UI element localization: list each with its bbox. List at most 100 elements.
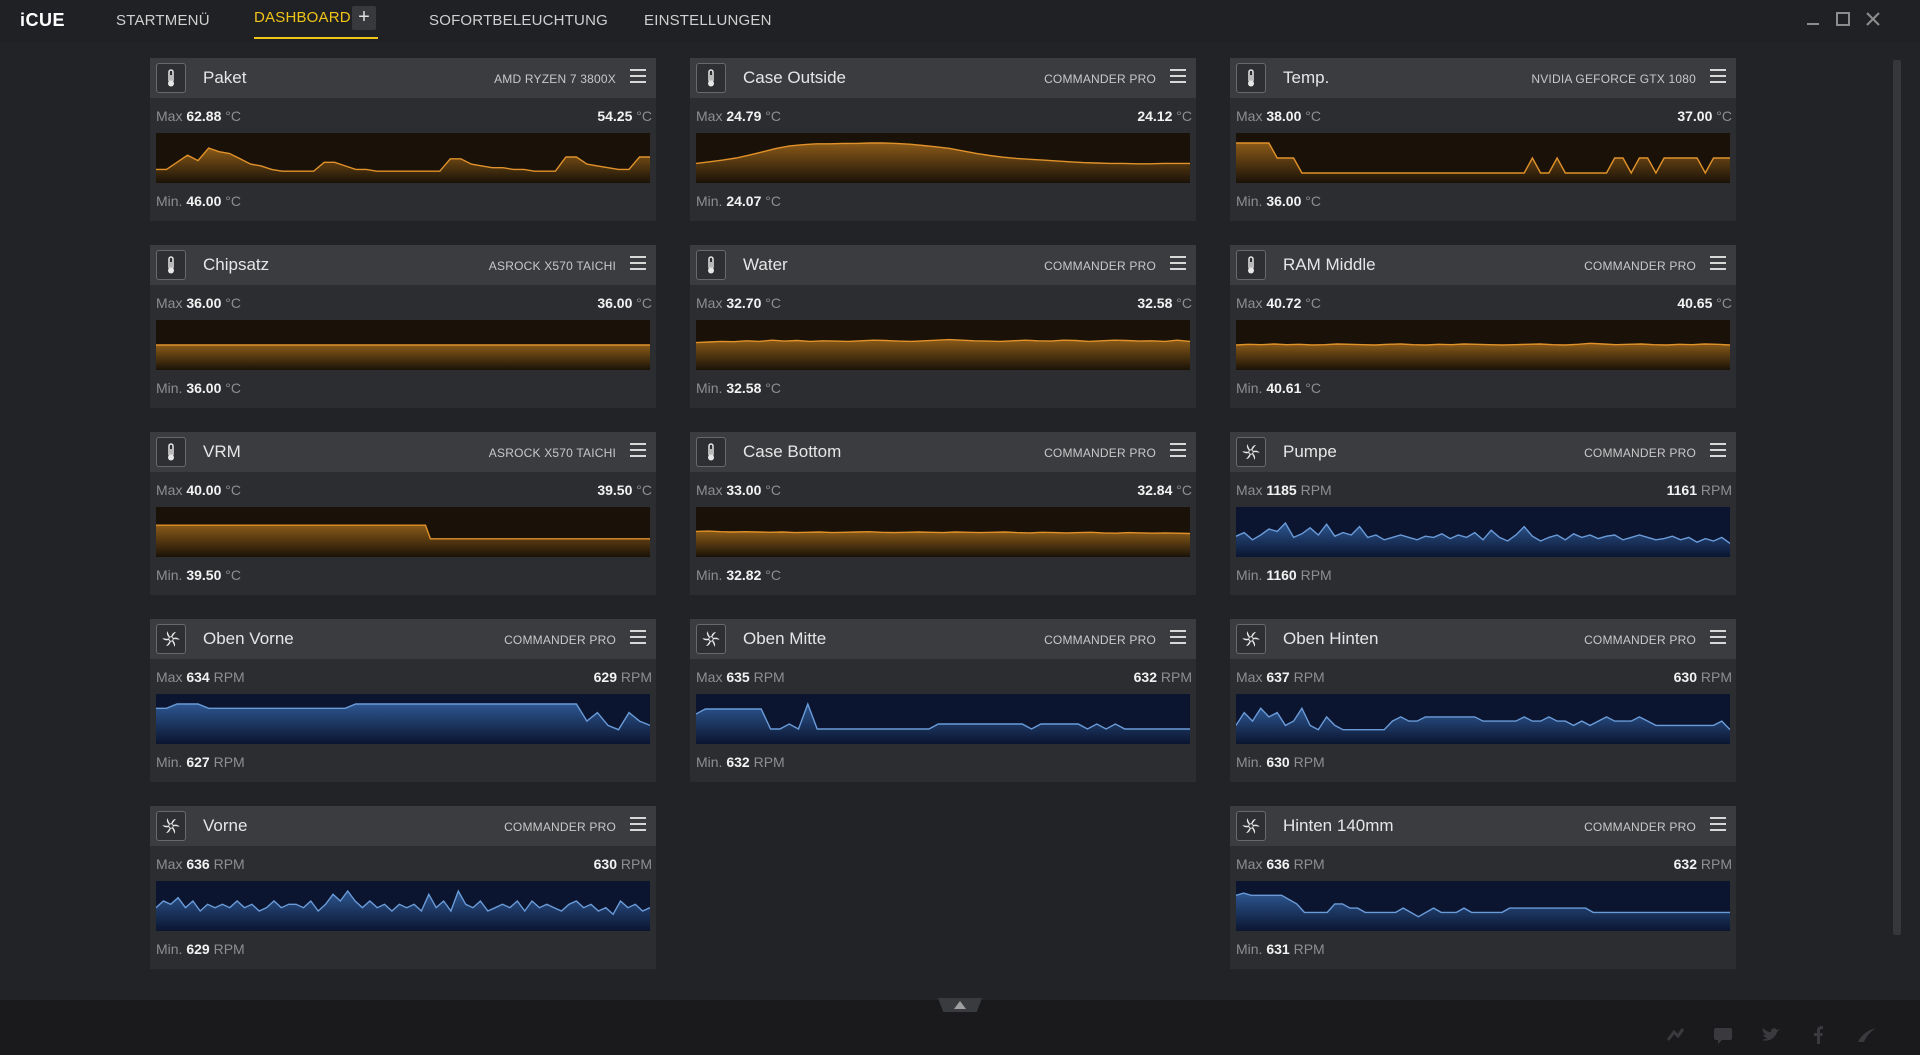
widget-water[interactable]: Water COMMANDER PRO Max 32.70 °C 32.58 °C Mi… [690, 245, 1196, 408]
tab-sofortbeleuchtung[interactable]: SOFORTBELEUCHTUNG [429, 12, 608, 29]
current-stat: 32.84 °C [1137, 482, 1192, 498]
fan-icon [696, 624, 726, 654]
widget-temp-gpu[interactable]: Temp. NVIDIA GEFORCE GTX 1080 Max 38.00 °C… [1230, 58, 1736, 221]
facebook-icon[interactable] [1808, 1024, 1830, 1046]
widget-oben-vorne[interactable]: Oben Vorne COMMANDER PRO Max 634 RPM 629 RP… [150, 619, 656, 782]
menu-icon[interactable] [1170, 443, 1186, 459]
widget-title: Oben Mitte [743, 629, 827, 648]
widget-device: ASROCK X570 TAICHI [488, 446, 616, 460]
thermometer-icon [696, 250, 726, 280]
graph-area [156, 345, 650, 370]
menu-icon[interactable] [1710, 630, 1726, 646]
add-dashboard-button[interactable]: + [352, 6, 376, 30]
close-icon[interactable] [1864, 10, 1882, 28]
menu-icon[interactable] [1710, 443, 1726, 459]
menu-icon[interactable] [630, 817, 646, 833]
min-stat: Min. 36.00 °C [156, 380, 241, 396]
widget-pumpe[interactable]: Pumpe COMMANDER PRO Max 1185 RPM 1161 RPM Mi… [1230, 432, 1736, 595]
share-icon[interactable] [1664, 1024, 1686, 1046]
widget-case-outside[interactable]: Case Outside COMMANDER PRO Max 24.79 °C 24.… [690, 58, 1196, 221]
sensor-graph [696, 320, 1190, 370]
min-stat: Min. 46.00 °C [156, 193, 241, 209]
widget-header: Hinten 140mm COMMANDER PRO [1230, 806, 1736, 846]
widget-title: RAM Middle [1283, 255, 1376, 274]
current-stat: 1161 RPM [1666, 482, 1732, 498]
widget-header: Pumpe COMMANDER PRO [1230, 432, 1736, 472]
widget-paket[interactable]: Paket AMD RYZEN 7 3800X Max 62.88 °C 54.25 … [150, 58, 656, 221]
widget-title: VRM [203, 442, 241, 461]
sensor-graph [696, 133, 1190, 183]
fan-icon [1236, 437, 1266, 467]
widget-header: Case Outside COMMANDER PRO [690, 58, 1196, 98]
min-stat: Min. 32.82 °C [696, 567, 781, 583]
sensor-graph [1236, 320, 1730, 370]
widget-oben-mitte[interactable]: Oben Mitte COMMANDER PRO Max 635 RPM 632 RP… [690, 619, 1196, 782]
menu-icon[interactable] [630, 69, 646, 85]
thermometer-icon [1236, 250, 1266, 280]
thermometer-icon [156, 437, 186, 467]
tab-dashboard[interactable]: DASHBOARD [254, 9, 351, 26]
min-stat: Min. 36.00 °C [1236, 193, 1321, 209]
widget-header: Vorne COMMANDER PRO [150, 806, 656, 846]
menu-icon[interactable] [1710, 69, 1726, 85]
menu-icon[interactable] [1710, 256, 1726, 272]
widget-vorne[interactable]: Vorne COMMANDER PRO Max 636 RPM 630 RPM Min.… [150, 806, 656, 969]
max-stat: Max 32.70 °C [696, 295, 781, 311]
widget-header: RAM Middle COMMANDER PRO [1230, 245, 1736, 285]
widget-title: Oben Hinten [1283, 629, 1379, 648]
max-stat: Max 33.00 °C [696, 482, 781, 498]
widget-title: Water [743, 255, 788, 274]
corsair-icon[interactable] [1856, 1024, 1878, 1046]
tab-startmenu[interactable]: STARTMENÜ [116, 12, 210, 29]
widget-hinten-140mm[interactable]: Hinten 140mm COMMANDER PRO Max 636 RPM 632 … [1230, 806, 1736, 969]
widget-device: AMD RYZEN 7 3800X [494, 72, 616, 86]
bottom-bar [0, 998, 1920, 1055]
menu-icon[interactable] [1710, 817, 1726, 833]
menu-icon[interactable] [1170, 69, 1186, 85]
fan-icon [1236, 624, 1266, 654]
widget-device: COMMANDER PRO [504, 820, 616, 834]
graph-area [696, 339, 1190, 370]
menu-icon[interactable] [630, 630, 646, 646]
maximize-icon[interactable] [1834, 10, 1852, 28]
widget-title: Vorne [203, 816, 248, 835]
menu-icon[interactable] [1170, 256, 1186, 272]
menu-icon[interactable] [630, 256, 646, 272]
max-stat: Max 40.00 °C [156, 482, 241, 498]
expand-panel-button[interactable] [938, 998, 982, 1012]
widget-chipsatz[interactable]: Chipsatz ASROCK X570 TAICHI Max 36.00 °C 36… [150, 245, 656, 408]
max-stat: Max 1185 RPM [1236, 482, 1332, 498]
thermometer-icon [156, 63, 186, 93]
vertical-scrollbar[interactable] [1893, 60, 1901, 935]
widget-device: NVIDIA GEFORCE GTX 1080 [1531, 72, 1696, 86]
widget-device: COMMANDER PRO [1044, 72, 1156, 86]
sensor-graph [1236, 133, 1730, 183]
widget-title: Pumpe [1283, 442, 1337, 461]
widget-device: COMMANDER PRO [1584, 820, 1696, 834]
chat-icon[interactable] [1712, 1024, 1734, 1046]
widget-case-bottom[interactable]: Case Bottom COMMANDER PRO Max 33.00 °C 32.8… [690, 432, 1196, 595]
widget-device: COMMANDER PRO [1044, 633, 1156, 647]
max-stat: Max 40.72 °C [1236, 295, 1321, 311]
max-stat: Max 637 RPM [1236, 669, 1325, 685]
widget-title: Oben Vorne [203, 629, 294, 648]
widget-device: ASROCK X570 TAICHI [488, 259, 616, 273]
widget-device: COMMANDER PRO [1044, 259, 1156, 273]
minimize-icon[interactable] [1804, 10, 1822, 28]
min-stat: Min. 632 RPM [696, 754, 785, 770]
widget-ram-middle[interactable]: RAM Middle COMMANDER PRO Max 40.72 °C 40.65… [1230, 245, 1736, 408]
tab-einstellungen[interactable]: EINSTELLUNGEN [644, 12, 772, 29]
fan-icon [1236, 811, 1266, 841]
min-stat: Min. 627 RPM [156, 754, 245, 770]
menu-icon[interactable] [1170, 630, 1186, 646]
twitter-icon[interactable] [1760, 1024, 1782, 1046]
max-stat: Max 634 RPM [156, 669, 245, 685]
top-bar: iCUE STARTMENÜ DASHBOARD + SOFORTBELEUCH… [0, 0, 1920, 42]
widget-vrm[interactable]: VRM ASROCK X570 TAICHI Max 40.00 °C 39.50 °… [150, 432, 656, 595]
current-stat: 39.50 °C [597, 482, 652, 498]
widget-header: Paket AMD RYZEN 7 3800X [150, 58, 656, 98]
menu-icon[interactable] [630, 443, 646, 459]
widget-title: Paket [203, 68, 247, 87]
current-stat: 36.00 °C [597, 295, 652, 311]
widget-oben-hinten[interactable]: Oben Hinten COMMANDER PRO Max 637 RPM 630 R… [1230, 619, 1736, 782]
